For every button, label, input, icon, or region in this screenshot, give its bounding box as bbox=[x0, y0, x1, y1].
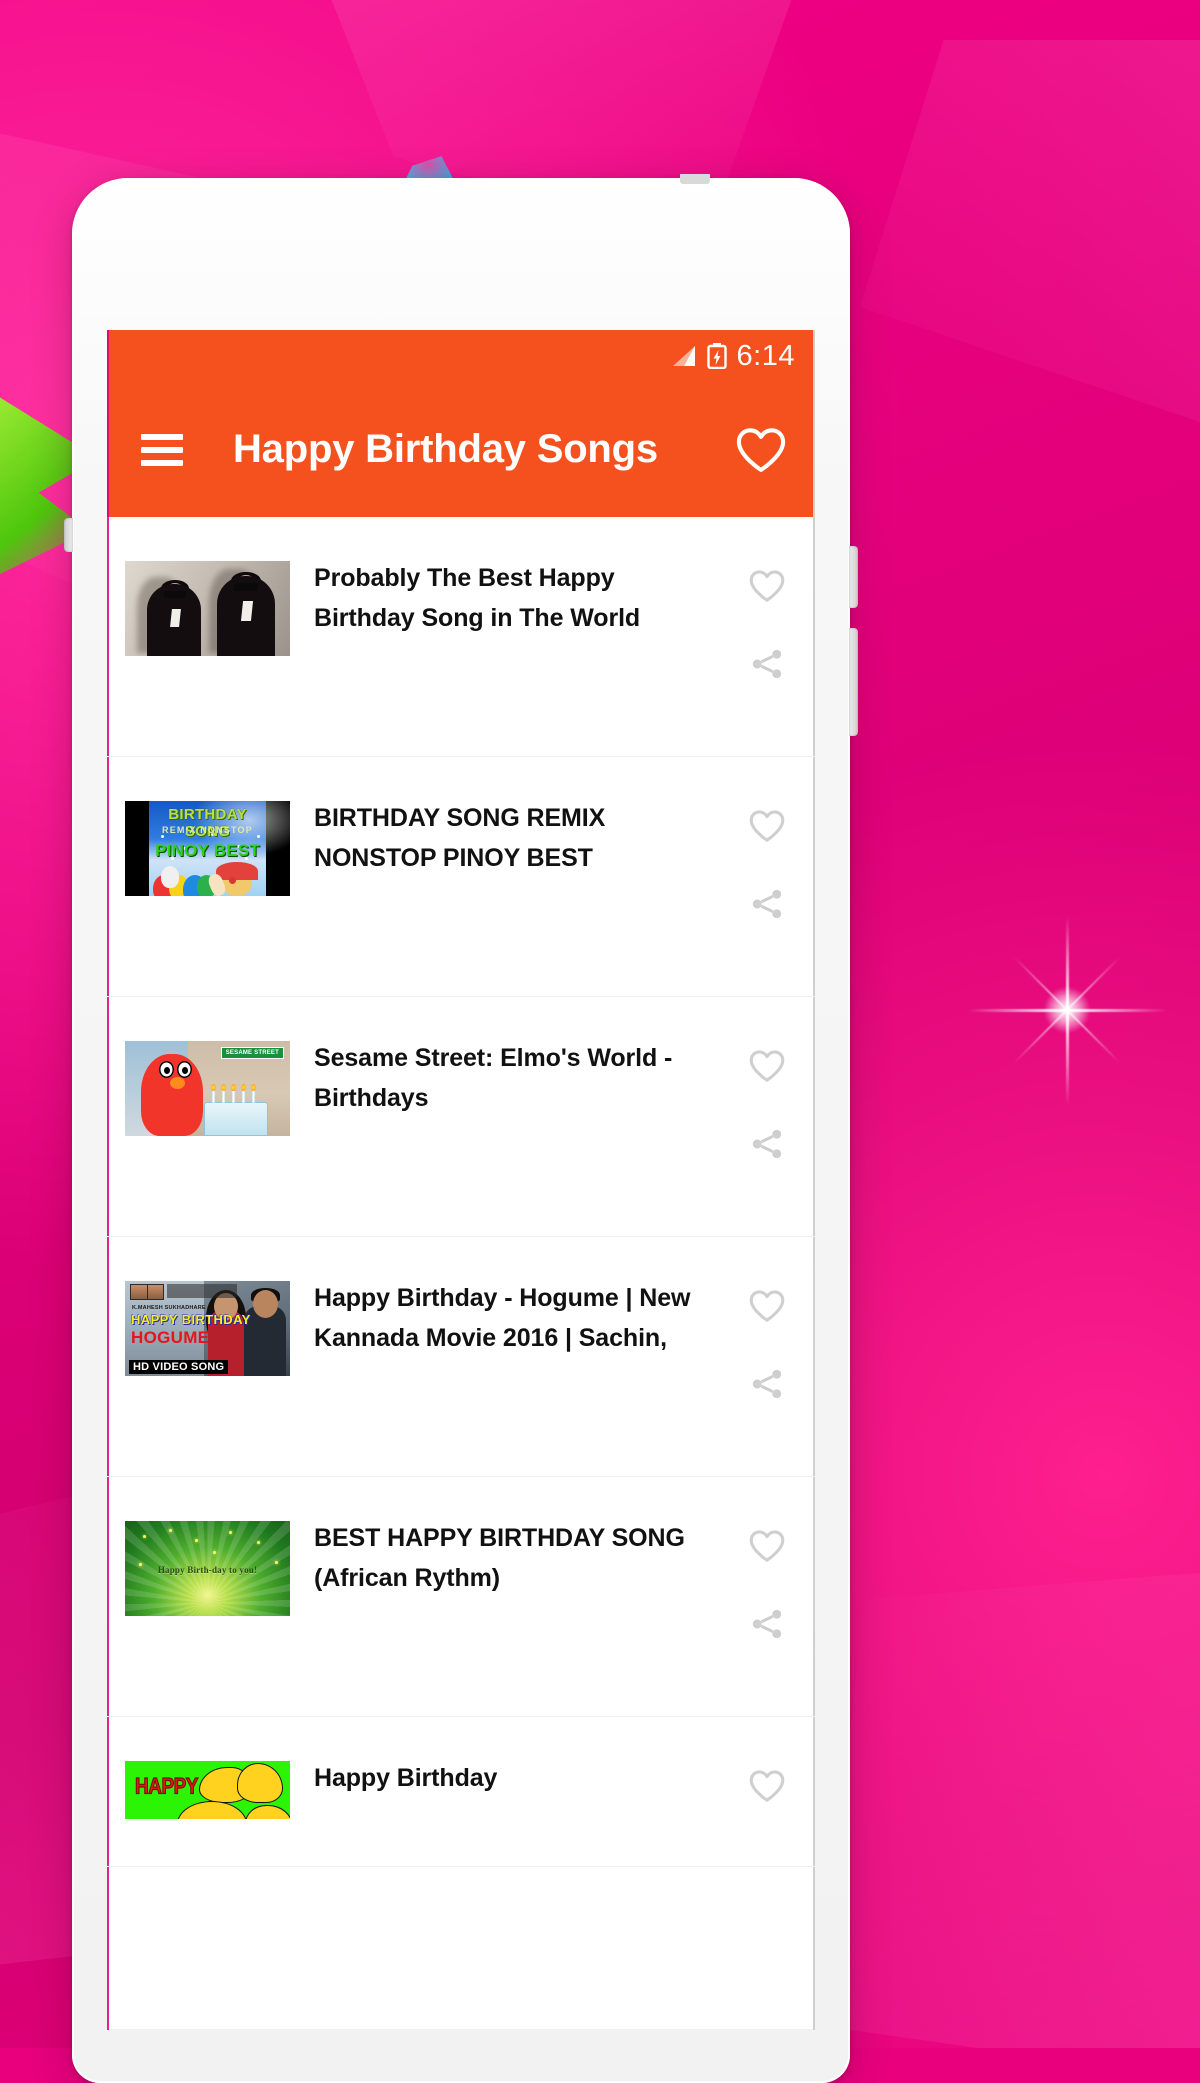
heart-outline-icon bbox=[749, 1290, 785, 1322]
favorite-button[interactable] bbox=[746, 805, 788, 847]
thumb-caption: K.MAHESH SUKHADHARE bbox=[132, 1305, 206, 1311]
share-button[interactable] bbox=[746, 1123, 788, 1165]
thumbnail-happy-green-banner[interactable]: HAPPY bbox=[125, 1761, 290, 1819]
thumbnail-birthday-song-remix[interactable]: BIRTHDAY SONG REMIX NONSTOP PINOY BEST bbox=[125, 801, 290, 896]
heart-outline-icon bbox=[749, 1050, 785, 1082]
thumbnail-two-men-in-suits[interactable] bbox=[125, 561, 290, 656]
share-icon bbox=[752, 889, 782, 919]
heart-outline-icon bbox=[749, 570, 785, 602]
share-button[interactable] bbox=[746, 1363, 788, 1405]
sparkle-star-accent bbox=[962, 905, 1172, 1115]
heart-outline-icon bbox=[749, 810, 785, 842]
thumb-caption: HAPPY BIRTHDAY bbox=[131, 1312, 251, 1327]
list-item-actions bbox=[719, 1517, 815, 1645]
list-item[interactable]: SESAME STREET Sesame Street: Elmo's Worl… bbox=[107, 997, 815, 1237]
signal-bars-icon bbox=[671, 345, 697, 367]
list-item-title: Probably The Best Happy Birthday Song in… bbox=[314, 564, 641, 632]
status-bar: 6:14 bbox=[107, 330, 815, 382]
share-button[interactable] bbox=[746, 1603, 788, 1645]
thumb-caption: HOGUME bbox=[131, 1328, 210, 1347]
list-item-actions bbox=[719, 557, 815, 685]
list-item-title: Happy Birthday - Hogume | New Kannada Mo… bbox=[314, 1284, 691, 1352]
favorites-button[interactable] bbox=[733, 422, 789, 478]
list-item-title: BEST HAPPY BIRTHDAY SONG (African Rythm) bbox=[314, 1524, 685, 1592]
favorite-button[interactable] bbox=[746, 1525, 788, 1567]
heart-outline-icon bbox=[736, 427, 786, 472]
phone-top-antenna bbox=[680, 174, 710, 184]
thumb-caption: Happy Birth-day to you! bbox=[157, 1565, 258, 1575]
backdrop-facet bbox=[820, 1568, 1200, 2048]
share-icon bbox=[752, 1609, 782, 1639]
list-item[interactable]: HAPPY Happy Birthday bbox=[107, 1717, 815, 1867]
share-icon bbox=[752, 1369, 782, 1399]
list-item[interactable]: BIRTHDAY SONG REMIX NONSTOP PINOY BEST B… bbox=[107, 757, 815, 997]
list-item[interactable]: K.MAHESH SUKHADHARE HAPPY BIRTHDAY HOGUM… bbox=[107, 1237, 815, 1477]
share-icon bbox=[752, 1129, 782, 1159]
favorite-button[interactable] bbox=[746, 565, 788, 607]
phone-mockup: 6:14 Happy Birthday Songs Probably The B… bbox=[64, 174, 858, 2083]
share-icon bbox=[752, 649, 782, 679]
list-item-actions bbox=[719, 1757, 815, 1807]
status-bar-clock: 6:14 bbox=[736, 339, 795, 372]
song-list: Probably The Best Happy Birthday Song in… bbox=[107, 517, 815, 1867]
list-item-title: Sesame Street: Elmo's World - Birthdays bbox=[314, 1044, 673, 1112]
list-item-actions bbox=[719, 797, 815, 925]
list-item[interactable]: Happy Birth-day to you! BEST HAPPY BIRTH… bbox=[107, 1477, 815, 1717]
phone-left-button bbox=[64, 518, 73, 552]
list-item-title: BIRTHDAY SONG REMIX NONSTOP PINOY BEST bbox=[314, 804, 606, 872]
battery-charging-icon bbox=[706, 343, 727, 370]
phone-volume-button bbox=[849, 628, 858, 736]
thumbnail-elmo-sesame-street[interactable]: SESAME STREET bbox=[125, 1041, 290, 1136]
list-item-actions bbox=[719, 1277, 815, 1405]
thumb-caption: HD VIDEO SONG bbox=[129, 1360, 229, 1374]
list-item-actions bbox=[719, 1037, 815, 1165]
favorite-button[interactable] bbox=[746, 1045, 788, 1087]
favorite-button[interactable] bbox=[746, 1765, 788, 1807]
page-title: Happy Birthday Songs bbox=[233, 427, 658, 471]
heart-outline-icon bbox=[749, 1530, 785, 1562]
phone-screen: 6:14 Happy Birthday Songs Probably The B… bbox=[107, 330, 815, 2030]
favorite-button[interactable] bbox=[746, 1285, 788, 1327]
thumbnail-hogume-kannada-movie[interactable]: K.MAHESH SUKHADHARE HAPPY BIRTHDAY HOGUM… bbox=[125, 1281, 290, 1376]
share-button[interactable] bbox=[746, 643, 788, 685]
thumb-caption: REMIX NONSTOP bbox=[162, 825, 253, 835]
list-item[interactable]: Probably The Best Happy Birthday Song in… bbox=[107, 517, 815, 757]
hamburger-menu-icon[interactable] bbox=[141, 433, 183, 466]
list-item-title: Happy Birthday bbox=[314, 1764, 498, 1792]
thumb-caption: SESAME STREET bbox=[220, 1047, 284, 1059]
thumb-caption: HAPPY bbox=[135, 1775, 199, 1800]
share-button[interactable] bbox=[746, 883, 788, 925]
heart-outline-icon bbox=[749, 1770, 785, 1802]
thumbnail-green-sunburst[interactable]: Happy Birth-day to you! bbox=[125, 1521, 290, 1616]
app-bar: Happy Birthday Songs bbox=[107, 382, 815, 517]
phone-power-button bbox=[849, 546, 858, 608]
